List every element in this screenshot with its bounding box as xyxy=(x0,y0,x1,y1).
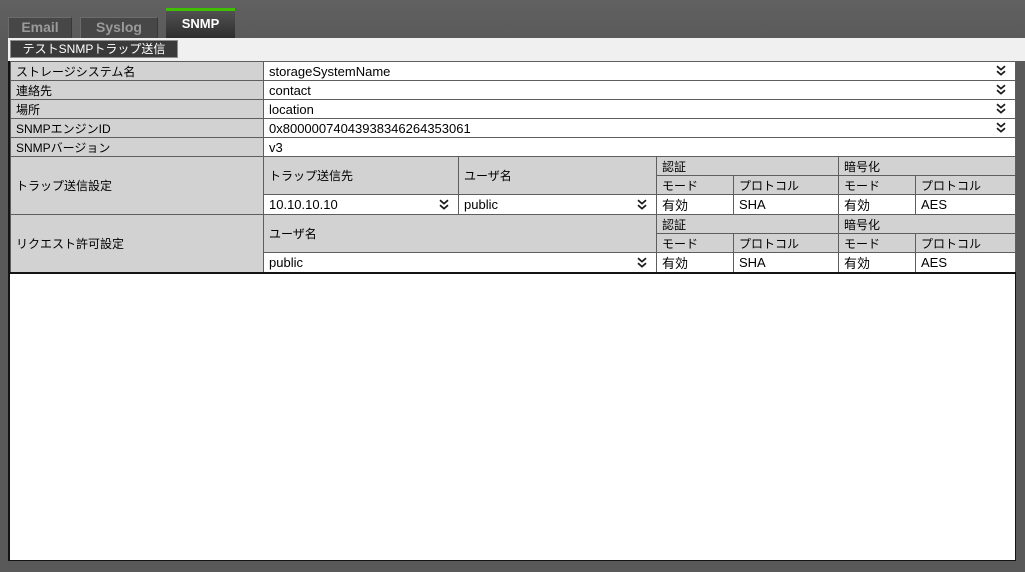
row-label: 場所 xyxy=(10,99,264,119)
request-auth-protocol-value: SHA xyxy=(733,252,839,274)
contact-cell: contact xyxy=(262,80,1017,100)
trap-auth-mode-header: モード xyxy=(656,175,734,195)
storage-system-name-value: storageSystemName xyxy=(269,63,391,79)
trap-enc-mode-value: 有効 xyxy=(838,194,916,215)
expand-icon[interactable] xyxy=(635,199,649,211)
expand-icon[interactable] xyxy=(994,103,1008,115)
request-settings-label: リクエスト許可設定 xyxy=(10,214,264,274)
trap-auth-protocol-header: プロトコル xyxy=(733,175,839,195)
snmp-version-value: v3 xyxy=(269,139,283,155)
trap-enc-protocol-value: AES xyxy=(914,194,1017,215)
tab-syslog[interactable]: Syslog xyxy=(80,17,158,38)
expand-icon[interactable] xyxy=(994,65,1008,77)
trap-auth-protocol-value: SHA xyxy=(733,194,839,215)
storage-system-name-cell: storageSystemName xyxy=(262,61,1017,81)
request-enc-protocol-header: プロトコル xyxy=(914,233,1017,253)
expand-icon[interactable] xyxy=(994,84,1008,96)
row-label: SNMPバージョン xyxy=(10,137,264,157)
table-row-storage-system-name: ストレージシステム名 storageSystemName xyxy=(10,61,1017,81)
table-row-snmp-engine-id: SNMPエンジンID 0x80000074043938346264353061 xyxy=(10,118,1017,138)
trap-auth-mode-value: 有効 xyxy=(656,194,734,215)
snmp-engine-id-value: 0x80000074043938346264353061 xyxy=(269,120,471,136)
trap-destination-value: 10.10.10.10 xyxy=(269,197,338,212)
trap-enc-mode-header: モード xyxy=(838,175,916,195)
request-auth-protocol-header: プロトコル xyxy=(733,233,839,253)
location-cell: location xyxy=(262,99,1017,119)
table-row-contact: 連絡先 contact xyxy=(10,80,1017,100)
expand-icon[interactable] xyxy=(437,199,451,211)
row-label: SNMPエンジンID xyxy=(10,118,264,138)
expand-icon[interactable] xyxy=(635,257,649,269)
trap-destination-header: トラップ送信先 xyxy=(263,156,459,195)
request-user-cell: public xyxy=(263,252,657,274)
row-label: 連絡先 xyxy=(10,80,264,100)
request-auth-mode-header: モード xyxy=(656,233,734,253)
trap-user-cell: public xyxy=(458,194,657,215)
request-user-header: ユーザ名 xyxy=(263,214,657,253)
trap-user-header: ユーザ名 xyxy=(458,156,657,195)
table-row-location: 場所 location xyxy=(10,99,1017,119)
request-user-value: public xyxy=(269,255,303,270)
trap-user-value: public xyxy=(464,197,498,212)
request-settings-header-row-1: リクエスト許可設定 ユーザ名 認証 暗号化 xyxy=(10,214,1017,274)
test-snmp-trap-button[interactable]: テストSNMPトラップ送信 xyxy=(10,40,178,58)
trap-settings-header-row-1: トラップ送信設定 トラップ送信先 ユーザ名 認証 暗号化 xyxy=(10,156,1017,215)
request-enc-protocol-value: AES xyxy=(914,252,1017,274)
request-auth-mode-value: 有効 xyxy=(656,252,734,274)
contact-value: contact xyxy=(269,82,311,98)
snmp-engine-id-cell: 0x80000074043938346264353061 xyxy=(262,118,1017,138)
request-enc-mode-value: 有効 xyxy=(838,252,916,274)
tab-bar: Email Syslog SNMP xyxy=(0,0,1025,38)
request-auth-header: 認証 xyxy=(656,214,839,234)
trap-encryption-header: 暗号化 xyxy=(837,156,1017,176)
location-value: location xyxy=(269,101,314,117)
table-row-snmp-version: SNMPバージョン v3 xyxy=(10,137,1017,157)
request-encryption-header: 暗号化 xyxy=(837,214,1017,234)
snmp-settings-table: ストレージシステム名 storageSystemName 連絡先 contact xyxy=(10,61,1017,274)
trap-auth-header: 認証 xyxy=(656,156,839,176)
snmp-version-cell: v3 xyxy=(262,137,1017,157)
trap-destination-cell: 10.10.10.10 xyxy=(263,194,459,215)
trap-enc-protocol-header: プロトコル xyxy=(914,175,1017,195)
row-label: ストレージシステム名 xyxy=(10,61,264,81)
snmp-settings-panel: ストレージシステム名 storageSystemName 連絡先 contact xyxy=(8,61,1017,561)
trap-settings-label: トラップ送信設定 xyxy=(10,156,264,215)
tab-email[interactable]: Email xyxy=(8,17,72,38)
tab-snmp[interactable]: SNMP xyxy=(166,8,235,38)
expand-icon[interactable] xyxy=(994,122,1008,134)
toolbar: テストSNMPトラップ送信 xyxy=(8,38,1025,61)
request-enc-mode-header: モード xyxy=(838,233,916,253)
